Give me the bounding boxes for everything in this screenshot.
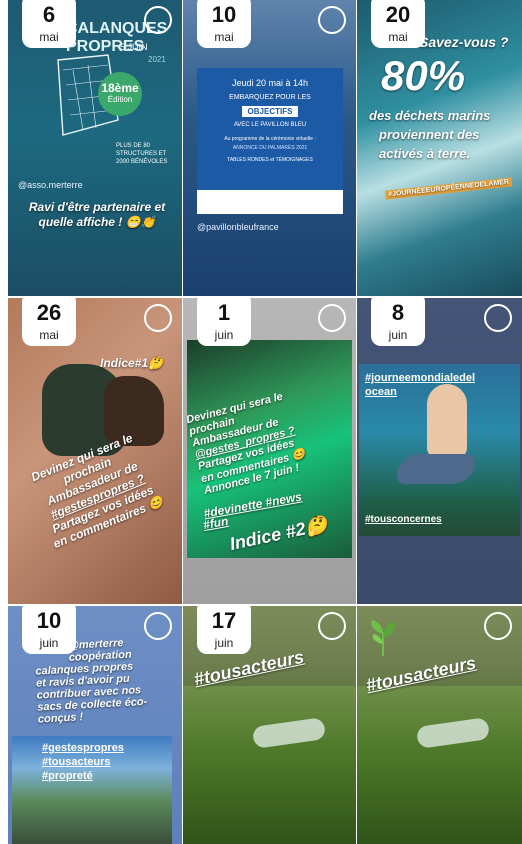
event-line: EMBARQUEZ POUR LES [229, 94, 311, 101]
hashtag-journee: #journeemondialedel [365, 372, 476, 384]
date-badge: 8 juin [371, 298, 425, 346]
date-month: mai [39, 328, 59, 342]
date-badge: 20 mai [371, 0, 425, 48]
select-circle[interactable] [144, 612, 172, 640]
big-percent: 80% [381, 52, 466, 99]
story-tile-1[interactable]: 6 mai CALANQUES PROPRES 5 JUIN 2021 18èm… [8, 0, 182, 296]
date-month: juin [214, 328, 234, 342]
story-tile-4[interactable]: 26 mai Indice#1🤔 Devinez qui sera le pro… [8, 298, 182, 604]
forest-floor [357, 686, 522, 844]
event-line: AVEC LE PAVILLON BLEU [233, 122, 307, 128]
forest-floor [183, 686, 356, 844]
event-line: TABLES RONDES et TÉMOIGNAGES [227, 157, 313, 163]
select-circle[interactable] [144, 6, 172, 34]
caption-text: Ravi d'être partenaire et quelle affiche… [28, 200, 166, 229]
hashtag-tousconcernes: #tousconcernes [365, 514, 442, 525]
select-circle[interactable] [484, 304, 512, 332]
date-month: mai [388, 30, 408, 44]
stat-line-1: des déchets marins [369, 108, 491, 123]
select-circle[interactable] [318, 6, 346, 34]
date-month: juin [388, 328, 408, 342]
hashtag-gestespropres: #gestespropres [42, 742, 124, 754]
select-circle[interactable] [144, 304, 172, 332]
date-badge: 17 juin [197, 606, 251, 654]
hashtag-tousacteurs: #tousacteurs [42, 756, 111, 768]
story-tile-9[interactable]: #tousacteurs [357, 606, 522, 844]
date-badge: 1 juin [197, 298, 251, 346]
story-tile-8[interactable]: 17 juin #tousacteurs [183, 606, 356, 844]
story-tile-3[interactable]: 20 mai Savez-vous ? 80% des déchets mari… [357, 0, 522, 296]
handle-text: @pavillonbleufrance [197, 222, 279, 232]
handle-text: @asso.merterre [18, 180, 83, 190]
select-circle[interactable] [318, 304, 346, 332]
stat-line-2: proviennent des [379, 127, 480, 142]
date-badge: 10 mai [197, 0, 251, 48]
date-day: 10 [36, 608, 62, 633]
poster-year: 2021 [148, 55, 166, 64]
date-day: 10 [211, 2, 237, 27]
date-day: 6 [42, 2, 56, 27]
story-tile-2[interactable]: 10 mai Jeudi 20 mai à 14h EMBARQUEZ POUR… [183, 0, 356, 296]
date-badge: 6 mai [22, 0, 76, 48]
story-tile-6[interactable]: 8 juin #journeemondialedel ocean #tousco… [357, 298, 522, 604]
story-tile-7[interactable]: 10 juin @merterre coopération calanques … [8, 606, 182, 844]
event-line: ANNONCE DU PALMARÈS 2021 [232, 145, 308, 151]
leaf-icon [371, 620, 395, 656]
date-month: mai [39, 30, 59, 44]
event-card: Jeudi 20 mai à 14h EMBARQUEZ POUR LES OB… [197, 68, 343, 214]
select-circle[interactable] [484, 612, 512, 640]
story-tile-5[interactable]: 1 juin Devinez qui sera le prochain Amba… [183, 298, 356, 604]
hashtag-ocean: ocean [365, 386, 397, 398]
indice-label: Indice#1🤔 [100, 356, 163, 370]
mermaid-figure [427, 384, 467, 458]
mermaid-tail [397, 454, 475, 484]
hashtag-proprete: #propreté [42, 770, 93, 782]
event-date: Jeudi 20 mai à 14h [231, 78, 309, 88]
date-badge: 26 mai [22, 298, 76, 346]
stat-line-3: activés à terre. [379, 146, 471, 161]
stories-grid: 6 mai CALANQUES PROPRES 5 JUIN 2021 18èm… [0, 0, 522, 844]
date-badge: 10 juin [22, 606, 76, 654]
logo-strip [197, 190, 343, 214]
poster-small-text: PLUS DE 80 STRUCTURES ET 2000 BÉNÉVOLES [116, 143, 168, 165]
hashtag-label: #JOURNÉEEUROPÉENNEDELAMER [384, 177, 513, 200]
date-month: juin [214, 636, 234, 650]
date-day: 17 [211, 608, 237, 633]
date-month: juin [39, 636, 59, 650]
top-text: Savez-vous ? [419, 34, 509, 50]
date-day: 8 [391, 300, 405, 325]
date-month: mai [214, 30, 234, 44]
date-day: 20 [385, 2, 411, 27]
event-line: Au programme de la cérémonie virtuelle : [224, 136, 316, 142]
edition-badge: 18ème Édition [98, 72, 142, 116]
select-circle[interactable] [318, 612, 346, 640]
objectifs-banner: OBJECTIFS [241, 106, 299, 117]
date-day: 1 [217, 300, 231, 325]
date-day: 26 [36, 300, 62, 325]
